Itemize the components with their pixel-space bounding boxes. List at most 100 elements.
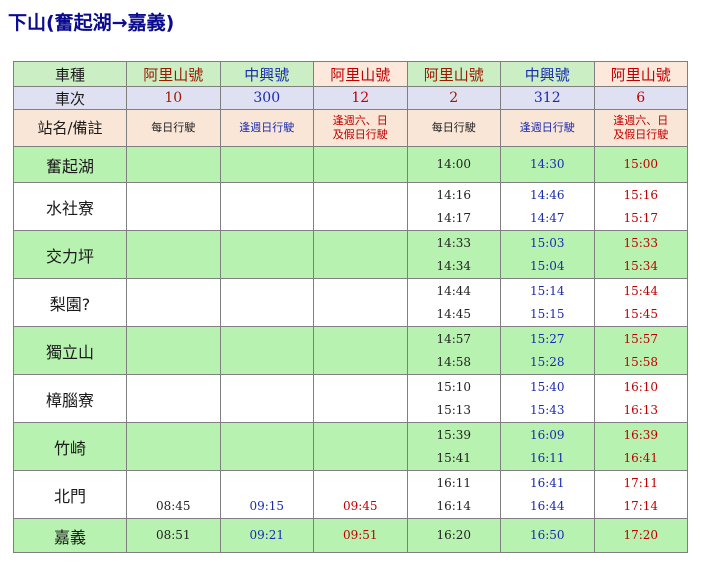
time-cell	[313, 278, 408, 327]
departure-time	[127, 303, 219, 326]
table-row: 奮起湖 14:00 14:30 15:00	[13, 146, 688, 183]
departure-time: 16:11	[529, 450, 565, 465]
time-cell: 09:51	[313, 518, 408, 553]
departure-time: 16:41	[623, 450, 659, 465]
departure-time: 15:00	[623, 157, 659, 171]
arrival-time: 15:40	[529, 379, 565, 394]
departure-time: 09:15	[249, 498, 285, 513]
table-row: 獨立山 14:57 14:58 15:27 15:28 15:57 15:58	[13, 326, 688, 375]
time-cell: 16:50	[500, 518, 595, 553]
train-number-row: 車次 10 300 12 2 312 6	[13, 86, 688, 110]
time-cell	[126, 326, 221, 375]
arrival-time	[127, 184, 219, 207]
arrival-time	[221, 424, 313, 447]
arrival-time: 14:33	[436, 235, 472, 250]
arrival-time: 15:33	[623, 235, 659, 250]
departure-time: 15:15	[529, 306, 565, 321]
arrival-time	[314, 328, 406, 351]
departure-time: 15:41	[436, 450, 472, 465]
station-name: 梨園?	[13, 278, 127, 327]
train-type-cell: 中興號	[500, 61, 595, 87]
table-row: 梨園? 14:44 14:45 15:14 15:15 15:44 15:45	[13, 278, 688, 327]
train-type-cell: 阿里山號	[126, 61, 221, 87]
time-cell: 15:16 15:17	[593, 182, 688, 231]
timetable: 車種 阿里山號 中興號 阿里山號 阿里山號 中興號 阿里山號 車次 10 300…	[13, 61, 688, 553]
service-note-cell: 逢週六、日 及假日行駛	[593, 109, 688, 147]
time-cell: 14:00	[406, 146, 501, 183]
table-row: 交力坪 14:33 14:34 15:03 15:04 15:33 15:34	[13, 230, 688, 279]
arrival-time	[314, 424, 406, 447]
train-number-cell: 2	[406, 86, 501, 110]
time-cell	[219, 278, 314, 327]
service-note-row: 站名/備註 每日行駛 逢週日行駛 逢週六、日 及假日行駛 每日行駛 逢週日行駛 逢…	[13, 109, 688, 147]
arrival-time	[221, 328, 313, 351]
train-number-cell: 12	[313, 86, 408, 110]
arrival-time: 16:09	[529, 427, 565, 442]
departure-time: 14:00	[436, 157, 472, 171]
time-cell	[313, 374, 408, 423]
table-row: 竹崎 15:39 15:41 16:09 16:11 16:39 16:41	[13, 422, 688, 471]
departure-time	[314, 207, 406, 230]
time-cell	[126, 182, 221, 231]
departure-time	[314, 255, 406, 278]
service-note-cell: 逢週日行駛	[500, 109, 595, 147]
service-note-cell: 每日行駛	[126, 109, 221, 147]
departure-time: 14:45	[436, 306, 472, 321]
arrival-time	[127, 376, 219, 399]
departure-time	[314, 351, 406, 374]
departure-time	[221, 207, 313, 230]
arrival-time: 15:27	[529, 331, 565, 346]
train-type-label: 車種	[13, 61, 127, 87]
arrival-time	[127, 424, 219, 447]
departure-time: 16:13	[623, 402, 659, 417]
time-cell	[219, 326, 314, 375]
table-row: 水社寮 14:16 14:17 14:46 14:47 15:16 15:17	[13, 182, 688, 231]
arrival-time: 15:57	[623, 331, 659, 346]
time-cell: 15:14 15:15	[500, 278, 595, 327]
departure-time: 14:17	[436, 210, 472, 225]
train-number-cell: 6	[593, 86, 688, 110]
departure-time	[127, 447, 219, 470]
arrival-time: 16:11	[436, 475, 472, 490]
time-cell: 08:51	[126, 518, 221, 553]
arrival-time	[221, 376, 313, 399]
arrival-time: 14:44	[436, 283, 472, 298]
table-row: 嘉義 08:51 09:21 09:51 16:20 16:50 17:20	[13, 518, 688, 553]
time-cell: 15:57 15:58	[593, 326, 688, 375]
departure-time: 08:45	[155, 498, 191, 513]
train-type-cell: 阿里山號	[406, 61, 501, 87]
arrival-time	[314, 232, 406, 255]
arrival-time: 15:10	[436, 379, 472, 394]
table-row: 樟腦寮 15:10 15:13 15:40 15:43 16:10 16:13	[13, 374, 688, 423]
time-cell	[126, 146, 221, 183]
arrival-time	[221, 280, 313, 303]
arrival-time	[314, 184, 406, 207]
time-cell	[219, 146, 314, 183]
arrival-time	[221, 232, 313, 255]
departure-time: 14:30	[529, 157, 565, 171]
departure-time: 16:44	[529, 498, 565, 513]
station-name: 嘉義	[13, 518, 127, 553]
arrival-time: 16:41	[529, 475, 565, 490]
time-cell	[313, 422, 408, 471]
station-name: 水社寮	[13, 182, 127, 231]
departure-time	[314, 399, 406, 422]
train-number-cell: 10	[126, 86, 221, 110]
arrival-time	[221, 472, 313, 495]
departure-time: 09:45	[342, 498, 378, 513]
arrival-time: 09:51	[342, 528, 378, 542]
time-cell: 15:40 15:43	[500, 374, 595, 423]
departure-time: 14:34	[436, 258, 472, 273]
time-cell	[313, 182, 408, 231]
time-cell	[219, 422, 314, 471]
arrival-time: 15:44	[623, 283, 659, 298]
station-name: 交力坪	[13, 230, 127, 279]
departure-time	[221, 351, 313, 374]
time-cell: 09:15	[219, 470, 314, 519]
train-number-cell: 300	[219, 86, 314, 110]
departure-time	[127, 207, 219, 230]
time-cell: 14:44 14:45	[406, 278, 501, 327]
time-cell: 14:46 14:47	[500, 182, 595, 231]
departure-time	[314, 447, 406, 470]
time-cell: 15:39 15:41	[406, 422, 501, 471]
